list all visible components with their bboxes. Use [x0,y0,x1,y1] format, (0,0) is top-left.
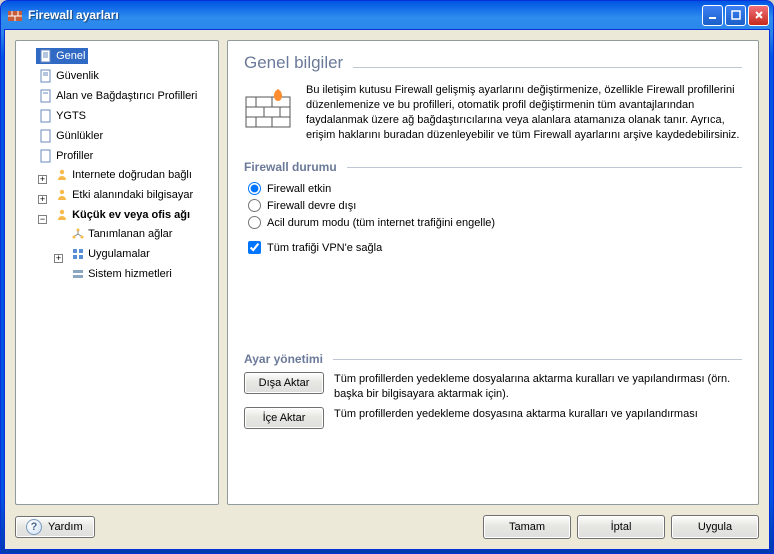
tree-label: Etki alanındaki bilgisayar [72,189,193,201]
tree-security[interactable]: Güvenlik [36,68,102,84]
tree-label: Küçük ev veya ofis ağı [72,209,190,221]
tree-label: Profiller [56,150,93,162]
tree-adapter-profiles[interactable]: Alan ve Bağdaştırıcı Profilleri [36,88,200,104]
radio-label: Firewall devre dışı [267,200,356,212]
tree-profile-domain[interactable]: Etki alanındaki bilgisayar [52,187,196,203]
person-icon [55,188,69,202]
tree-profiles[interactable]: Profiller [36,148,96,164]
page-icon [39,109,53,123]
help-label: Yardım [48,521,83,533]
tree-soho-apps[interactable]: Uygulamalar [68,246,153,262]
page-heading: Genel bilgiler [244,53,343,73]
tree-soho-services[interactable]: Sistem hizmetleri [68,266,175,282]
page-icon [39,69,53,83]
radio-emergency-mode[interactable]: Acil durum modu (tüm internet trafiğini … [244,214,742,231]
expand-toggle[interactable]: + [38,195,47,204]
tree-label: Günlükler [56,130,103,142]
import-button[interactable]: İçe Aktar [244,407,324,429]
checkbox-label: Tüm trafiği VPN'e sağla [267,242,382,254]
dialog-footer: ? Yardım Tamam İptal Uygula [15,505,759,539]
page-icon [39,89,53,103]
intro-text: Bu iletişim kutusu Firewall gelişmiş aya… [306,83,742,142]
help-icon: ? [26,519,42,535]
radio-label: Acil durum modu (tüm internet trafiğini … [267,217,495,229]
ok-button[interactable]: Tamam [483,515,571,539]
radio-input[interactable] [248,182,261,195]
help-button[interactable]: ? Yardım [15,516,95,538]
expand-toggle[interactable]: + [54,254,63,263]
tree-label: Güvenlik [56,70,99,82]
minimize-button[interactable] [702,5,723,26]
network-icon [71,227,85,241]
export-button[interactable]: Dışa Aktar [244,372,324,394]
mgmt-heading: Ayar yönetimi [244,352,323,366]
tree-profile-soho[interactable]: Küçük ev veya ofis ağı [52,207,193,223]
cancel-button[interactable]: İptal [577,515,665,539]
services-icon [71,267,85,281]
tree-label: Genel [56,50,85,62]
page-icon [39,149,53,163]
tree-profile-direct[interactable]: Internete doğrudan bağlı [52,167,195,183]
tree-label: Internete doğrudan bağlı [72,169,192,181]
person-icon [55,168,69,182]
page-icon [39,49,53,63]
page-icon [39,129,53,143]
checkbox-vpn-all-traffic[interactable]: Tüm trafiği VPN'e sağla [244,239,742,256]
radio-input[interactable] [248,216,261,229]
content-pane: Genel bilgiler [227,40,759,505]
maximize-button[interactable] [725,5,746,26]
apps-icon [71,247,85,261]
tree-general[interactable]: Genel [36,48,88,64]
radio-input[interactable] [248,199,261,212]
tree-label: Tanımlanan ağlar [88,228,172,240]
close-button[interactable] [748,5,769,26]
status-heading: Firewall durumu [244,160,337,174]
nav-tree[interactable]: Genel Güvenlik [15,40,219,505]
tree-label: YGTS [56,110,86,122]
tree-ygts[interactable]: YGTS [36,108,89,124]
firewall-icon [244,83,292,131]
import-description: Tüm profillerden yedekleme dosyasına akt… [334,407,742,421]
radio-label: Firewall etkin [267,183,331,195]
client-area: Genel Güvenlik [4,29,770,550]
tree-soho-networks[interactable]: Tanımlanan ağlar [68,226,175,242]
titlebar[interactable]: Firewall ayarları [1,1,773,29]
apply-button[interactable]: Uygula [671,515,759,539]
app-icon [7,7,23,23]
radio-firewall-disabled[interactable]: Firewall devre dışı [244,197,742,214]
collapse-toggle[interactable]: − [38,215,47,224]
window-title: Firewall ayarları [28,8,119,22]
tree-label: Sistem hizmetleri [88,268,172,280]
export-description: Tüm profillerden yedekleme dosyalarına a… [334,372,742,401]
tree-label: Uygulamalar [88,248,150,260]
checkbox-input[interactable] [248,241,261,254]
expand-toggle[interactable]: + [38,175,47,184]
tree-logs[interactable]: Günlükler [36,128,106,144]
radio-firewall-enabled[interactable]: Firewall etkin [244,180,742,197]
firewall-settings-window: Firewall ayarları [0,0,774,554]
tree-label: Alan ve Bağdaştırıcı Profilleri [56,90,197,102]
person-icon [55,208,69,222]
